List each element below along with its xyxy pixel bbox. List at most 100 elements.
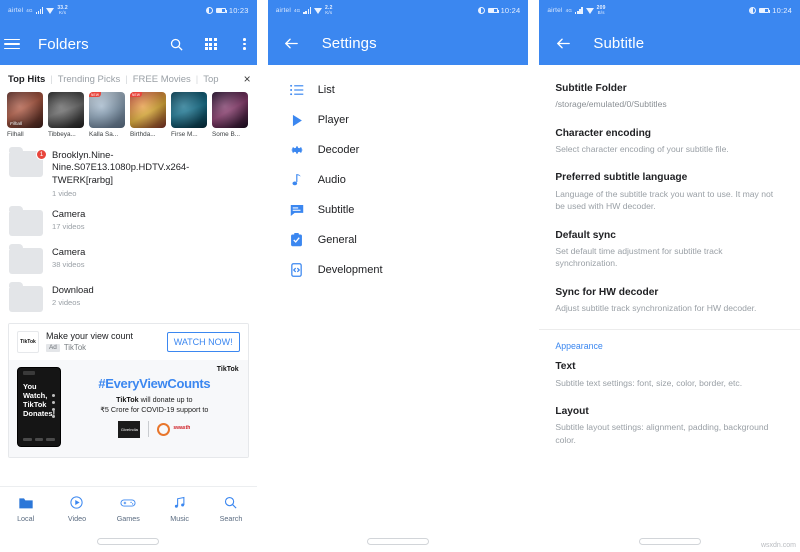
list-icon [289, 83, 304, 97]
poster-caption: Firse M... [171, 130, 198, 138]
carrier-label: airtel [275, 7, 291, 14]
clock-label: 10:24 [772, 6, 792, 15]
pref-title: Default sync [555, 229, 616, 241]
chip-trending-picks[interactable]: Trending Picks [58, 74, 120, 85]
nav-item-local[interactable]: Local [4, 495, 48, 523]
settings-item-general[interactable]: General [268, 225, 529, 255]
nav-item-music[interactable]: Music [158, 495, 202, 523]
settings-item-player[interactable]: Player [268, 105, 529, 135]
carrier-label: airtel [547, 7, 563, 14]
swasth-logo-icon: swasth [157, 422, 190, 436]
app-bar-settings: Settings [267, 21, 529, 65]
poster-item[interactable]: Filhall Filhall [7, 92, 43, 138]
gesture-home-bar[interactable] [638, 538, 701, 545]
gesture-home-bar[interactable] [367, 538, 430, 545]
play-icon [290, 113, 304, 127]
phone-screen-subtitle: airtel 4G 209 B/s 10:24 Subtitle Subtitl… [539, 0, 800, 552]
pref-description: Subtitle text settings: font, size, colo… [555, 377, 743, 388]
dnd-icon [205, 7, 213, 14]
folder-icon [9, 281, 43, 312]
nav-label: Video [67, 513, 87, 523]
arrow-back-icon[interactable] [280, 31, 304, 55]
nav-item-games[interactable]: Games [106, 495, 150, 523]
nav-item-search[interactable]: Search [209, 495, 253, 523]
pref-description: Adjust subtitle track synchronization fo… [555, 302, 757, 313]
list-item[interactable]: Camera 17 videos [0, 203, 257, 241]
phone-screen-folders: airtel 4G 33.2 K/s 10:23 Folders Top Hit… [0, 0, 257, 552]
folders-content: Top Hits | Trending Picks | FREE Movies … [0, 65, 257, 552]
hamburger-icon[interactable] [0, 32, 24, 56]
music-note-icon [172, 495, 187, 511]
network-type-label: 4G [293, 8, 301, 13]
grid-view-icon[interactable] [199, 32, 223, 56]
settings-item-list[interactable]: List [268, 75, 529, 105]
folder-icon [9, 243, 43, 274]
poster-item[interactable]: NEW Birthda... [130, 92, 166, 138]
pref-title: Layout [555, 406, 589, 418]
nav-item-video[interactable]: Video [55, 495, 99, 523]
pref-layout[interactable]: Layout Subtitle layout settings: alignme… [539, 400, 800, 457]
chip-top-hits[interactable]: Top Hits [8, 74, 45, 85]
preference-list: Subtitle Folder /storage/emulated/0/Subt… [539, 65, 800, 457]
poster-thumbnail: NEW [130, 92, 166, 128]
bottom-navigation-bar: Local Video Games Music Search [0, 486, 257, 530]
pref-title: Text [555, 361, 576, 373]
folder-count: 1 video [52, 188, 77, 198]
settings-content: List Player Decoder Audio Subtitle Gener… [267, 65, 529, 552]
more-vert-icon[interactable] [233, 32, 257, 56]
settings-item-decoder[interactable]: Decoder [268, 135, 529, 165]
close-icon[interactable]: × [239, 73, 251, 85]
ad-label-badge: Ad [46, 343, 60, 352]
chip-top[interactable]: Top [203, 74, 218, 85]
list-item[interactable]: Camera 38 videos [0, 241, 257, 279]
poster-item[interactable]: Some B... [212, 92, 248, 138]
network-type-label: 4G [26, 8, 33, 13]
settings-item-label: Subtitle [317, 204, 355, 216]
pref-character-encoding[interactable]: Character encoding Select character enco… [539, 122, 800, 167]
settings-item-subtitle[interactable]: Subtitle [268, 195, 529, 225]
watch-now-button[interactable]: WATCH NOW! [166, 331, 240, 352]
wifi-icon [585, 7, 594, 14]
poster-caption: Tibbeya... [48, 130, 76, 138]
page-title: Settings [321, 34, 377, 52]
folder-name: Brooklyn.Nine-Nine.S07E13.1080p.HDTV.x26… [52, 148, 190, 185]
pref-description: Set default time adjustment for subtitle… [555, 245, 723, 269]
pref-sync-for-hw-decoder[interactable]: Sync for HW decoder Adjust subtitle trac… [539, 281, 800, 326]
page-title: Subtitle [593, 34, 645, 52]
section-header-appearance: Appearance [555, 341, 603, 352]
folder-name: Download [52, 283, 94, 295]
poster-item[interactable]: NEW Kalla Sa... [89, 92, 125, 138]
advertisement-card[interactable]: TikTok Make your view count Ad TikTok WA… [8, 322, 249, 458]
poster-item[interactable]: Tibbeya... [48, 92, 84, 138]
tiktok-brand-mark: TikTok [216, 365, 239, 373]
settings-item-development[interactable]: Development [268, 255, 529, 285]
developer-mode-icon [290, 263, 304, 277]
status-bar-left: airtel 4G 209 B/s [547, 5, 605, 16]
poster-thumbnail: NEW [89, 92, 125, 128]
giveindia-logo-icon: GiveIndia [118, 420, 141, 438]
folder-count: 2 videos [52, 298, 81, 308]
ad-headline: Make your view count [46, 331, 134, 342]
poster-item[interactable]: Firse M... [171, 92, 207, 138]
settings-item-audio[interactable]: Audio [268, 165, 529, 195]
search-icon[interactable] [165, 32, 189, 56]
list-item[interactable]: 1 Brooklyn.Nine-Nine.S07E13.1080p.HDTV.x… [0, 144, 257, 203]
folder-name: Camera [52, 207, 86, 219]
settings-item-label: Audio [317, 174, 346, 186]
subtitle-content: Subtitle Folder /storage/emulated/0/Subt… [539, 65, 800, 552]
app-bar-actions [165, 32, 257, 56]
pref-text[interactable]: Text Subtitle text settings: font, size,… [539, 355, 800, 400]
list-item[interactable]: Download 2 videos [0, 279, 257, 317]
pref-description: Language of the subtitle track you want … [555, 188, 774, 212]
status-bar: airtel 4G 209 B/s 10:24 [539, 0, 800, 21]
subtitle-icon [290, 203, 304, 217]
gesture-home-bar[interactable] [97, 538, 160, 545]
signal-bars-icon [575, 7, 583, 14]
pref-description: Subtitle layout settings: alignment, pad… [555, 422, 769, 445]
arrow-back-icon[interactable] [551, 31, 575, 55]
pref-subtitle-folder[interactable]: Subtitle Folder /storage/emulated/0/Subt… [539, 77, 800, 122]
network-speed-label: 2.2 K/s [325, 4, 333, 15]
chip-free-movies[interactable]: FREE Movies [133, 74, 191, 85]
pref-preferred-subtitle-language[interactable]: Preferred subtitle language Language of … [539, 166, 800, 223]
pref-default-sync[interactable]: Default sync Set default time adjustment… [539, 224, 800, 281]
